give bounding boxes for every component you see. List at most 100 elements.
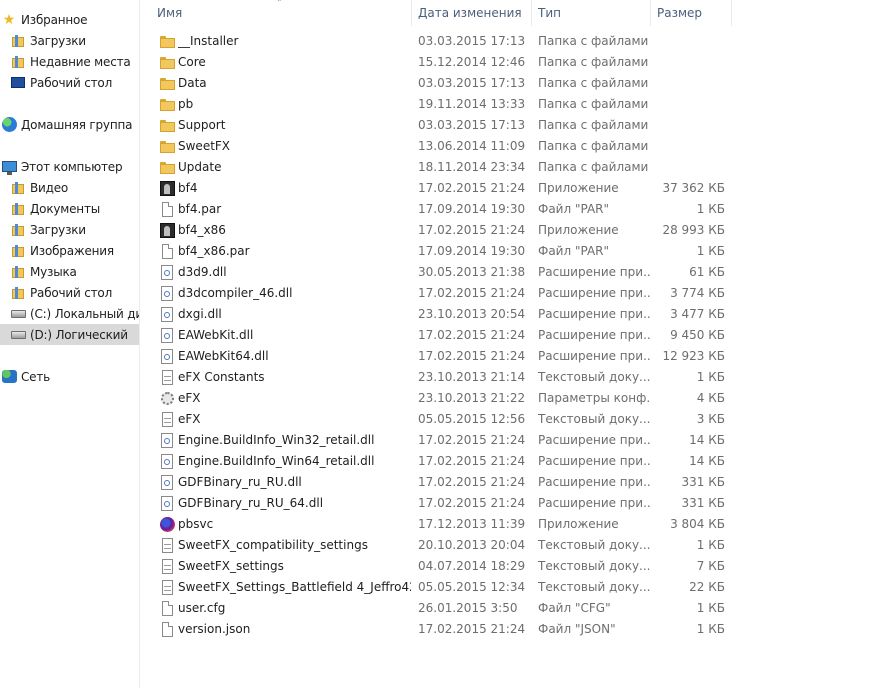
file-date: 20.10.2013 20:04 [418, 538, 526, 552]
file-row[interactable]: bf4_x86.par 17.09.2014 19:30 Файл "PAR" 1 К… [139, 241, 739, 262]
text-file-icon [158, 537, 176, 554]
file-row[interactable]: pb 19.11.2014 13:33 Папка с файлами [139, 94, 739, 115]
file-type: Расширение при... [538, 433, 650, 447]
file-row[interactable]: SweetFX_Settings_Battlefield 4_Jeffro421… [139, 577, 739, 598]
file-date: 17.09.2014 19:30 [418, 244, 526, 258]
file-date: 03.03.2015 17:13 [418, 118, 526, 132]
file-row[interactable]: eFX Constants 23.10.2013 21:14 Текстовый д… [139, 367, 739, 388]
file-date: 05.05.2015 12:34 [418, 580, 526, 594]
file-row[interactable]: Engine.BuildInfo_Win32_retail.dll 17.02.2… [139, 430, 739, 451]
dll-icon [158, 432, 176, 449]
file-size: 3 774 КБ [670, 286, 725, 300]
file-row[interactable]: Data 03.03.2015 17:13 Папка с файлами [139, 73, 739, 94]
file-size: 22 КБ [689, 580, 725, 594]
file-name: SweetFX_compatibility_settings [178, 538, 368, 552]
nav-this-pc[interactable]: Этот компьютер [0, 156, 139, 177]
settings-file-icon [158, 390, 176, 407]
file-type: Файл "JSON" [538, 622, 616, 636]
nav-desktop-pc[interactable]: Рабочий стол [0, 282, 139, 303]
desktop-icon [9, 75, 27, 91]
nav-label: Недавние места [30, 54, 131, 69]
nav-pictures[interactable]: Изображения [0, 240, 139, 261]
nav-network[interactable]: Сеть [0, 366, 139, 387]
file-type: Текстовый доку... [538, 412, 650, 426]
nav-recent-places[interactable]: Недавние места [0, 51, 139, 72]
file-row[interactable]: Support 03.03.2015 17:13 Папка с файлами [139, 115, 739, 136]
file-name: SweetFX_settings [178, 559, 284, 573]
file-size: 14 КБ [689, 454, 725, 468]
file-name: __Installer [178, 34, 239, 48]
nav-music[interactable]: Музыка [0, 261, 139, 282]
nav-desktop[interactable]: Рабочий стол [0, 72, 139, 93]
column-header-date[interactable]: Дата изменения [412, 0, 532, 26]
file-size: 9 450 КБ [670, 328, 725, 342]
file-row[interactable]: SweetFX 13.06.2014 11:09 Папка с файлами [139, 136, 739, 157]
column-header-name[interactable]: Имя [151, 0, 412, 26]
file-row[interactable]: version.json 17.02.2015 21:24 Файл "JSON" 1… [139, 619, 739, 640]
column-header-type[interactable]: Тип [532, 0, 651, 26]
column-header-size[interactable]: Размер [651, 0, 732, 26]
nav-downloads-pc[interactable]: Загрузки [0, 219, 139, 240]
file-type: Расширение при... [538, 307, 650, 321]
dll-icon [158, 327, 176, 344]
file-size: 4 КБ [696, 391, 725, 405]
file-size: 28 993 КБ [662, 223, 725, 237]
file-date: 17.12.2013 11:39 [418, 517, 526, 531]
file-row[interactable]: user.cfg 26.01.2015 3:50 Файл "CFG" 1 КБ [139, 598, 739, 619]
file-name: pbsvc [178, 517, 214, 531]
file-row[interactable]: GDFBinary_ru_RU.dll 17.02.2015 21:24 Расши… [139, 472, 739, 493]
recent-places-icon [9, 54, 27, 70]
file-date: 15.12.2014 12:46 [418, 55, 526, 69]
file-date: 23.10.2013 20:54 [418, 307, 526, 321]
computer-icon [0, 159, 18, 175]
file-row[interactable]: dxgi.dll 23.10.2013 20:54 Расширение при..… [139, 304, 739, 325]
file-type: Параметры конф... [538, 391, 650, 405]
nav-documents[interactable]: Документы [0, 198, 139, 219]
file-date: 23.10.2013 21:22 [418, 391, 526, 405]
file-date: 17.02.2015 21:24 [418, 223, 526, 237]
file-date: 17.02.2015 21:24 [418, 433, 526, 447]
file-row[interactable]: SweetFX_compatibility_settings 20.10.2013… [139, 535, 739, 556]
nav-homegroup[interactable]: Домашняя группа [0, 114, 139, 135]
file-row[interactable]: eFX 23.10.2013 21:22 Параметры конф... 4 КБ [139, 388, 739, 409]
file-date: 17.02.2015 21:24 [418, 328, 526, 342]
file-row[interactable]: Engine.BuildInfo_Win64_retail.dll 17.02.2… [139, 451, 739, 472]
file-row[interactable]: bf4.par 17.09.2014 19:30 Файл "PAR" 1 КБ [139, 199, 739, 220]
file-icon [158, 243, 176, 260]
file-date: 03.03.2015 17:13 [418, 34, 526, 48]
nav-downloads[interactable]: Загрузки [0, 30, 139, 51]
nav-label: Загрузки [30, 222, 86, 237]
nav-favorites[interactable]: ★ Избранное [0, 9, 139, 30]
file-date: 17.02.2015 21:24 [418, 181, 526, 195]
file-row[interactable]: d3d9.dll 30.05.2013 21:38 Расширение при..… [139, 262, 739, 283]
file-row[interactable]: Core 15.12.2014 12:46 Папка с файлами [139, 52, 739, 73]
text-file-icon [158, 558, 176, 575]
file-size: 1 КБ [696, 244, 725, 258]
file-size: 1 КБ [696, 370, 725, 384]
file-row[interactable]: GDFBinary_ru_RU_64.dll 17.02.2015 21:24 Ра… [139, 493, 739, 514]
file-size: 37 362 КБ [662, 181, 725, 195]
file-type: Расширение при... [538, 475, 650, 489]
file-size: 331 КБ [681, 475, 725, 489]
nav-video[interactable]: Видео [0, 177, 139, 198]
file-row[interactable]: bf4_x86 17.02.2015 21:24 Приложение 28 993 … [139, 220, 739, 241]
file-row[interactable]: __Installer 03.03.2015 17:13 Папка с файла… [139, 31, 739, 52]
pictures-folder-icon [9, 243, 27, 259]
file-name: version.json [178, 622, 251, 636]
file-type: Папка с файлами [538, 118, 649, 132]
file-type: Папка с файлами [538, 97, 649, 111]
file-row[interactable]: d3dcompiler_46.dll 17.02.2015 21:24 Расшир… [139, 283, 739, 304]
file-row[interactable]: EAWebKit64.dll 17.02.2015 21:24 Расширение… [139, 346, 739, 367]
file-row[interactable]: SweetFX_settings 04.07.2014 18:29 Текстовы… [139, 556, 739, 577]
file-row[interactable]: eFX 05.05.2015 12:56 Текстовый доку... 3 КБ [139, 409, 739, 430]
file-row[interactable]: EAWebKit.dll 17.02.2015 21:24 Расширение п… [139, 325, 739, 346]
file-icon [158, 621, 176, 638]
file-row[interactable]: bf4 17.02.2015 21:24 Приложение 37 362 КБ [139, 178, 739, 199]
file-row[interactable]: pbsvc 17.12.2013 11:39 Приложение 3 804 КБ [139, 514, 739, 535]
music-folder-icon [9, 264, 27, 280]
nav-drive-d[interactable]: (D:) Логический [0, 324, 139, 345]
file-row[interactable]: Update 18.11.2014 23:34 Папка с файлами [139, 157, 739, 178]
file-date: 17.02.2015 21:24 [418, 286, 526, 300]
folder-icon [158, 33, 176, 50]
nav-drive-c[interactable]: (C:) Локальный дис [0, 303, 139, 324]
